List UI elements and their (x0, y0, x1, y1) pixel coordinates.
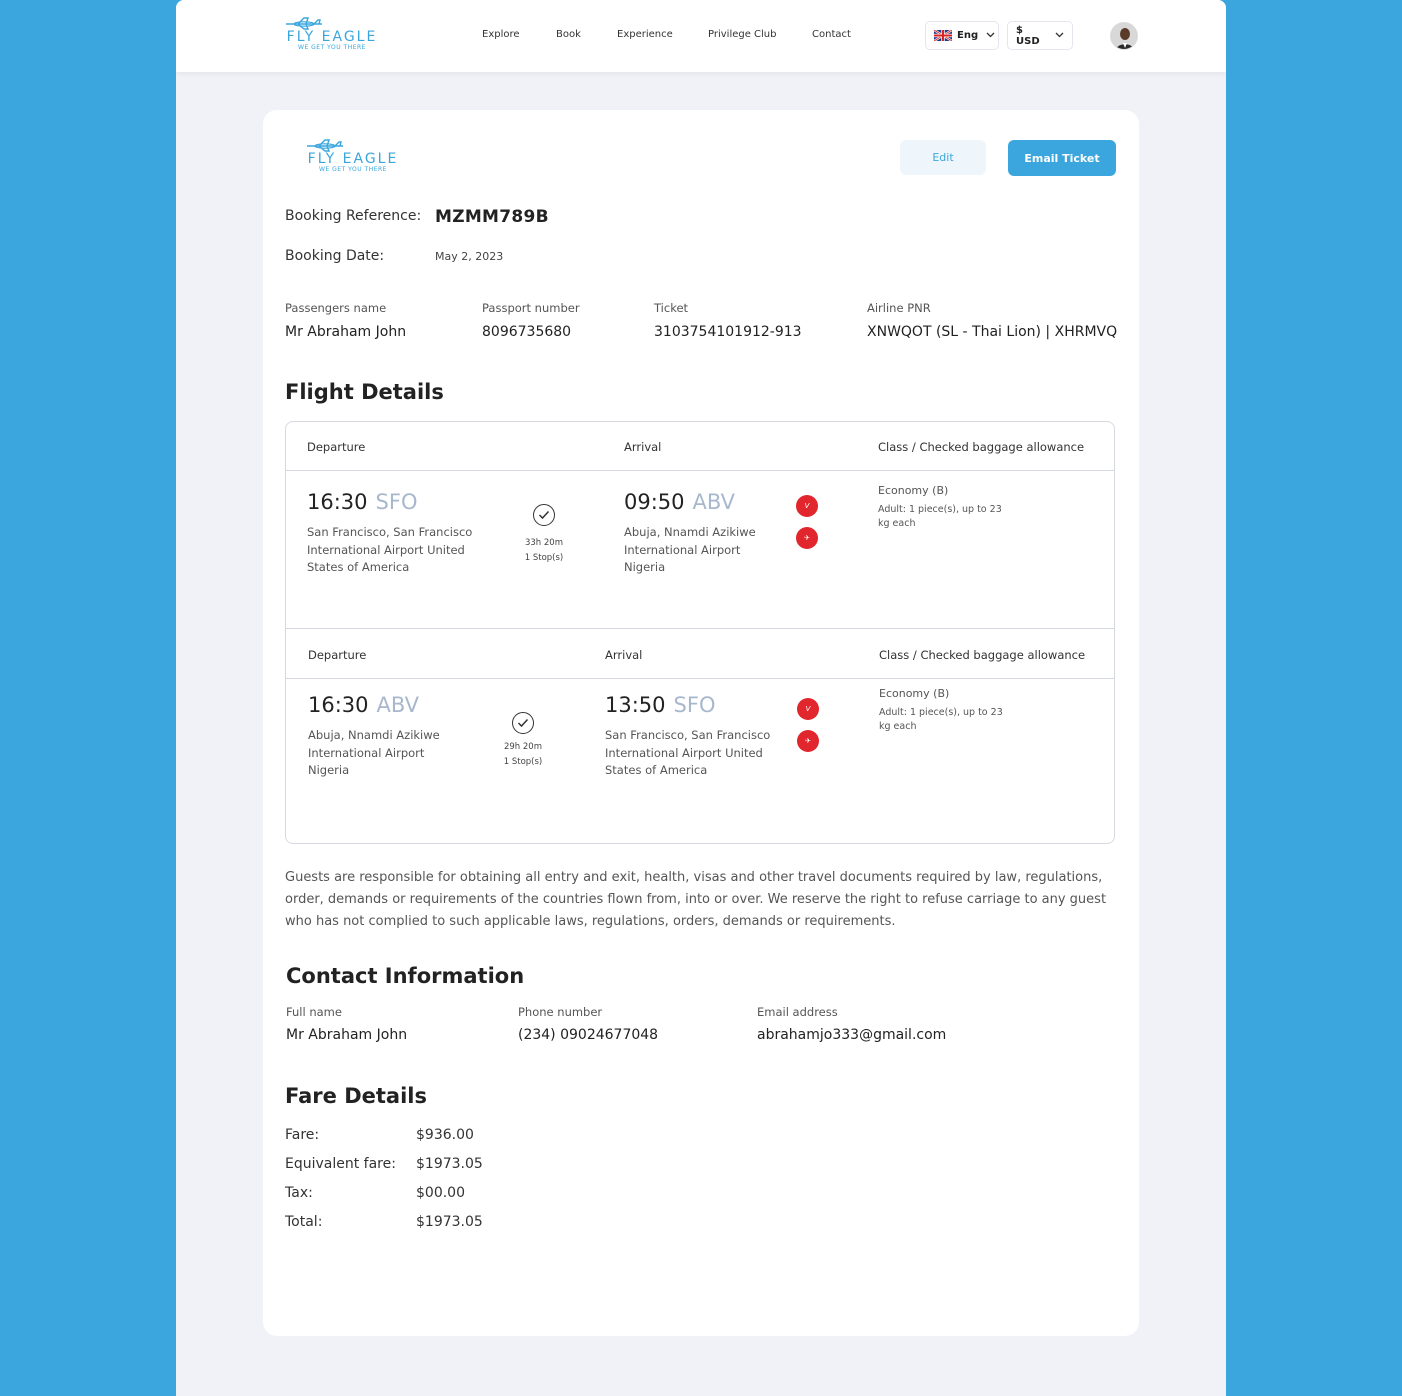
flight-details-table: Departure Arrival Class / Checked baggag… (285, 421, 1115, 844)
departure-header: Departure (308, 648, 367, 662)
departure-airport-code: SFO (375, 490, 418, 514)
brand-name: FLY EAGLE (307, 151, 399, 167)
nav-item-explore[interactable]: Explore (482, 29, 520, 40)
email-ticket-button[interactable]: Email Ticket (1008, 140, 1116, 176)
uk-flag-icon (933, 29, 953, 42)
brand-logo[interactable]: FLY EAGLE WE GET YOU THERE (284, 16, 380, 52)
nav-item-contact[interactable]: Contact (812, 29, 851, 40)
contact-email-value: abrahamjo333@gmail.com (757, 1027, 947, 1043)
emirates-airline-icon: ✈ (796, 527, 818, 549)
airline-pnr-value: XNWQOT (SL - Thai Lion) | XHRMVQ (867, 324, 1118, 340)
segment-2-duration: 29h 20m 1 Stop(s) (483, 740, 563, 770)
total-label: Total: (285, 1214, 323, 1230)
flight-details-heading: Flight Details (285, 380, 444, 404)
tax-label: Tax: (285, 1185, 313, 1201)
booking-date-label: Booking Date: (285, 248, 385, 264)
flight-stops: 1 Stop(s) (524, 553, 564, 563)
fare-label: Fare: (285, 1127, 320, 1143)
fare-details-heading: Fare Details (285, 1084, 427, 1108)
departure-time: 16:30 (308, 693, 369, 717)
arrival-time: 13:50 (605, 693, 666, 717)
top-navigation-bar: FLY EAGLE WE GET YOU THERE Explore Book … (176, 0, 1226, 72)
departure-header: Departure (307, 440, 366, 454)
departure-airport-name: San Francisco, San Francisco Internation… (307, 525, 473, 574)
segment-2-departure: 16:30 ABV (308, 693, 419, 717)
baggage-allowance: Adult: 1 piece(s), up to 23 kg each (878, 504, 1002, 529)
nav-item-experience[interactable]: Experience (617, 29, 673, 40)
departure-airport-code: ABV (376, 693, 420, 717)
app-window: FLY EAGLE WE GET YOU THERE Explore Book … (176, 0, 1226, 1396)
currency-value: $ USD (1016, 24, 1040, 47)
arrival-time: 09:50 (624, 490, 685, 514)
booking-reference-value: MZMM789B (435, 207, 549, 227)
contact-email-label: Email address (757, 1005, 838, 1019)
departure-time: 16:30 (307, 490, 368, 514)
segment-1-duration: 33h 20m 1 Stop(s) (504, 536, 584, 566)
passport-number-label: Passport number (482, 301, 580, 315)
segment-1-arrival: 09:50 ABV (624, 490, 735, 514)
class-value: Economy (B) (879, 687, 950, 700)
check-circle-icon (512, 712, 534, 734)
class-baggage-header: Class / Checked baggage allowance (879, 648, 1086, 662)
ticket-brand-logo: FLY EAGLE WE GET YOU THERE (305, 138, 401, 174)
ticket-number-value: 3103754101912-913 (654, 324, 802, 340)
arrival-header: Arrival (605, 648, 643, 662)
ticket-number-label: Ticket (654, 301, 689, 315)
contact-name-value: Mr Abraham John (286, 1027, 408, 1043)
emirates-airline-icon: ✈ (797, 730, 819, 752)
total-value: $1973.05 (416, 1214, 483, 1230)
contact-phone-value: (234) 09024677048 (518, 1027, 659, 1043)
passport-number-value: 8096735680 (482, 324, 572, 340)
airline-pnr-label: Airline PNR (867, 301, 931, 315)
class-value: Economy (B) (878, 484, 949, 497)
user-avatar[interactable] (1110, 22, 1138, 50)
class-baggage-header: Class / Checked baggage allowance (878, 440, 1085, 454)
nav-item-book[interactable]: Book (556, 29, 581, 40)
travel-documents-notice: Guests are responsible for obtaining all… (285, 870, 1107, 929)
chevron-down-icon (1055, 31, 1064, 41)
booking-date-value: May 2, 2023 (435, 250, 504, 263)
arrival-airport-name: Abuja, Nnamdi Azikiwe International Airp… (624, 525, 756, 574)
plane-icon (307, 139, 343, 152)
baggage-allowance: Adult: 1 piece(s), up to 23 kg each (879, 707, 1003, 732)
flight-duration: 29h 20m (503, 742, 542, 752)
flight-stops: 1 Stop(s) (503, 757, 543, 767)
nav-item-privilege-club[interactable]: Privilege Club (708, 29, 777, 40)
language-value: Eng (957, 30, 979, 41)
virgin-airline-icon: V (796, 495, 818, 517)
arrival-header: Arrival (624, 440, 662, 454)
booking-reference-label: Booking Reference: (285, 208, 422, 224)
brand-name: FLY EAGLE (286, 29, 378, 45)
contact-name-label: Full name (286, 1005, 342, 1019)
departure-airport-name: Abuja, Nnamdi Azikiwe International Airp… (308, 728, 440, 777)
contact-phone-label: Phone number (518, 1005, 603, 1019)
passenger-name-value: Mr Abraham John (285, 324, 407, 340)
equivalent-fare-value: $1973.05 (416, 1156, 483, 1172)
arrival-airport-code: ABV (692, 490, 736, 514)
arrival-airport-code: SFO (673, 693, 716, 717)
fare-value: $936.00 (416, 1127, 474, 1143)
divider (286, 678, 1114, 679)
check-circle-icon (533, 504, 555, 526)
segment-2-arrival: 13:50 SFO (605, 693, 715, 717)
brand-tagline: WE GET YOU THERE (319, 166, 387, 173)
ticket-card: FLY EAGLE WE GET YOU THERE Edit Email Ti… (263, 110, 1139, 1336)
virgin-airline-icon: V (797, 698, 819, 720)
brand-tagline: WE GET YOU THERE (298, 44, 366, 51)
currency-select[interactable]: $ USD (1007, 21, 1073, 50)
equivalent-fare-label: Equivalent fare: (285, 1156, 396, 1172)
edit-button[interactable]: Edit (900, 140, 986, 175)
arrival-airport-name: San Francisco, San Francisco Internation… (605, 728, 771, 777)
flight-duration: 33h 20m (524, 538, 563, 548)
tax-value: $00.00 (416, 1185, 465, 1201)
chevron-down-icon (986, 31, 995, 41)
contact-information-heading: Contact Information (286, 964, 525, 988)
plane-icon (286, 17, 322, 30)
divider (286, 470, 1114, 471)
segment-1-departure: 16:30 SFO (307, 490, 417, 514)
divider (286, 628, 1114, 629)
language-select[interactable]: Eng (925, 21, 999, 50)
passenger-name-label: Passengers name (285, 301, 387, 315)
